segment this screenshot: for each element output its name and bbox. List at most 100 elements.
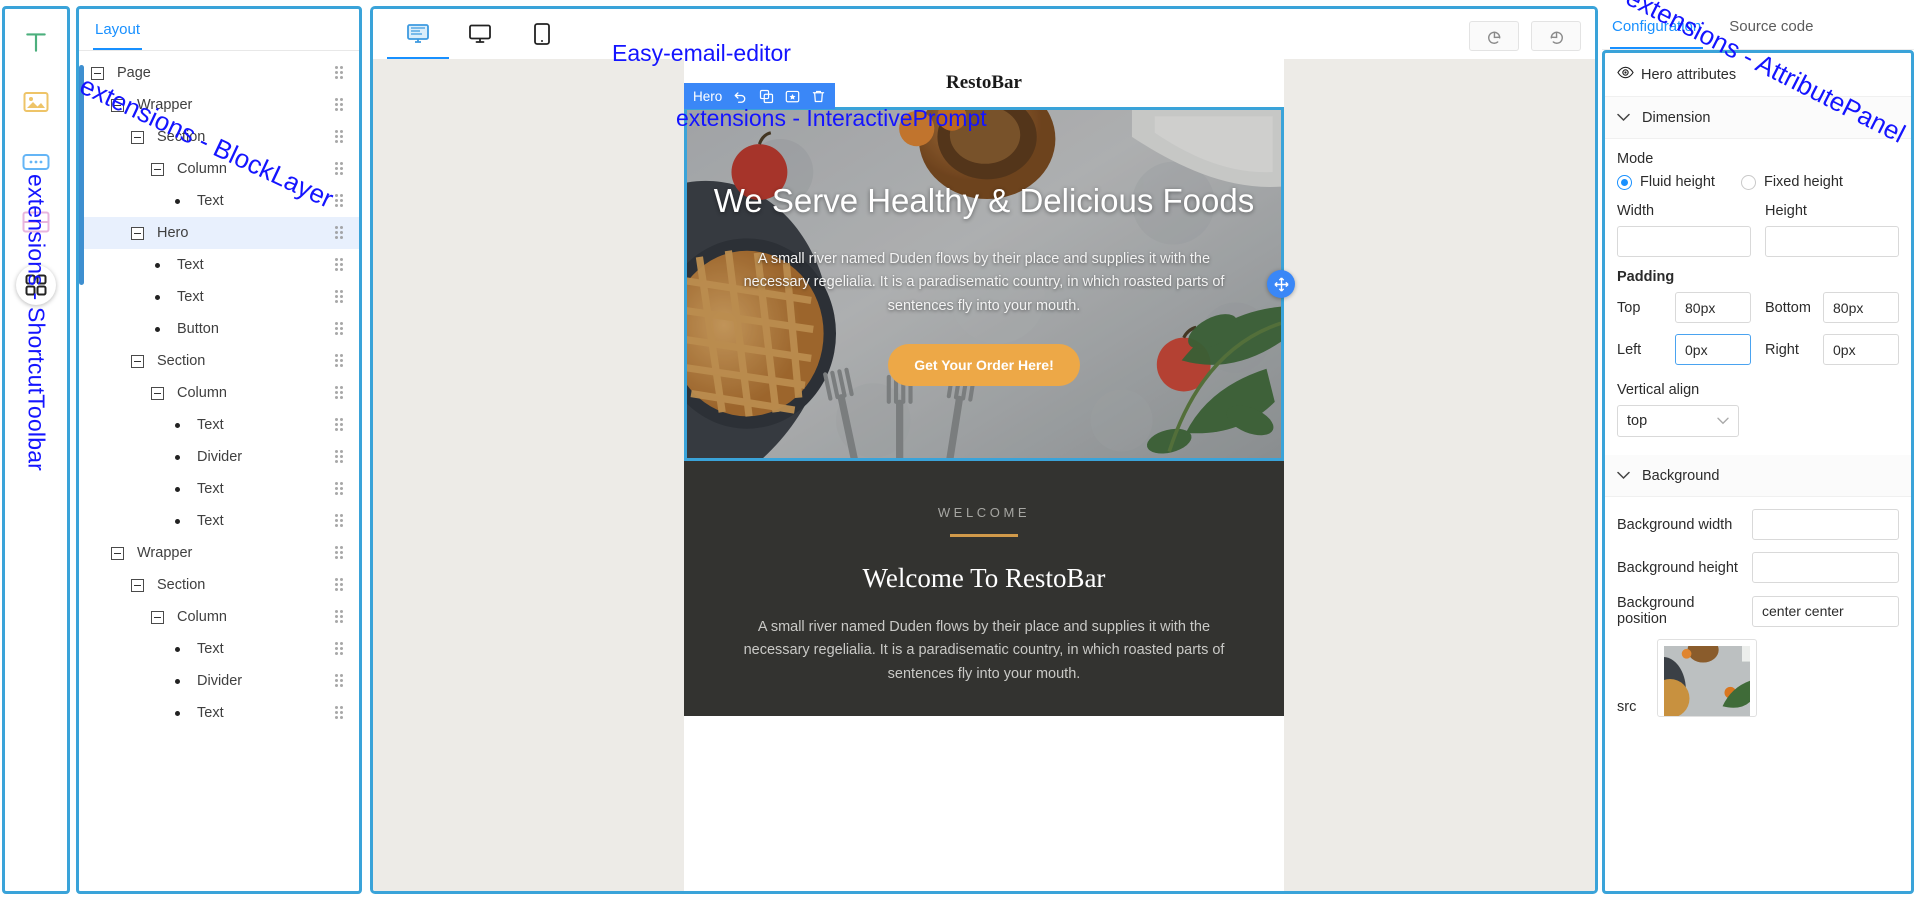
layer-drag-handle-icon[interactable] xyxy=(335,354,349,368)
hero-block[interactable]: We Serve Healthy & Delicious Foods A sma… xyxy=(687,110,1281,458)
desktop-preview-view-tab[interactable] xyxy=(449,11,511,59)
padding-top-input[interactable] xyxy=(1675,292,1751,323)
layer-tree-row[interactable]: Text xyxy=(79,473,359,505)
layer-drag-handle-icon[interactable] xyxy=(335,418,349,432)
background-position-input[interactable] xyxy=(1752,595,1899,627)
welcome-section[interactable]: WELCOME Welcome To RestoBar A small rive… xyxy=(684,461,1284,717)
background-width-input[interactable] xyxy=(1752,509,1899,540)
divider-tool-icon[interactable] xyxy=(19,205,53,239)
tree-collapse-icon[interactable] xyxy=(111,546,124,560)
padding-bottom-input[interactable] xyxy=(1823,292,1899,323)
copy-icon[interactable] xyxy=(759,89,774,104)
layer-drag-handle-icon[interactable] xyxy=(335,98,349,112)
welcome-paragraph[interactable]: A small river named Duden flows by their… xyxy=(734,616,1234,686)
layer-drag-handle-icon[interactable] xyxy=(335,226,349,240)
layer-tree-row[interactable]: Text xyxy=(79,633,359,665)
layer-tree-row[interactable]: Text xyxy=(79,281,359,313)
block-drag-handle[interactable] xyxy=(1267,270,1295,298)
layer-drag-handle-icon[interactable] xyxy=(335,514,349,528)
desktop-edit-view-tab[interactable] xyxy=(387,11,449,59)
layer-tree-row[interactable]: Column xyxy=(79,377,359,409)
layer-tree-row[interactable]: Text xyxy=(79,505,359,537)
tree-collapse-icon[interactable] xyxy=(91,66,104,80)
layer-tree-row[interactable]: Button xyxy=(79,313,359,345)
welcome-heading[interactable]: Welcome To RestoBar xyxy=(724,563,1244,594)
text-tool-icon[interactable] xyxy=(19,25,53,59)
layer-drag-handle-icon[interactable] xyxy=(335,162,349,176)
hero-heading[interactable]: We Serve Healthy & Delicious Foods xyxy=(709,182,1259,220)
layer-tree-row[interactable]: Text xyxy=(79,697,359,729)
layer-tree-row[interactable]: Divider xyxy=(79,441,359,473)
layer-drag-handle-icon[interactable] xyxy=(335,290,349,304)
hero-cta-button[interactable]: Get Your Order Here! xyxy=(888,344,1080,387)
layer-drag-handle-icon[interactable] xyxy=(335,258,349,272)
selected-block-outline[interactable]: Hero We Serve Healthy & Delicious Foods … xyxy=(684,83,1295,461)
tree-collapse-icon[interactable] xyxy=(131,578,144,592)
background-image-thumbnail[interactable] xyxy=(1657,639,1757,717)
layer-tree-row[interactable]: Section xyxy=(79,121,359,153)
layer-drag-handle-icon[interactable] xyxy=(335,482,349,496)
layer-tree-row[interactable]: Section xyxy=(79,569,359,601)
radio-fluid-height[interactable]: Fluid height xyxy=(1617,174,1715,190)
layer-tree-row[interactable]: Column xyxy=(79,153,359,185)
background-height-input[interactable] xyxy=(1752,552,1899,583)
tree-collapse-icon[interactable] xyxy=(131,226,144,240)
layer-drag-handle-icon[interactable] xyxy=(335,130,349,144)
delete-icon[interactable] xyxy=(811,89,826,104)
welcome-divider[interactable] xyxy=(950,534,1018,537)
tree-collapse-icon[interactable] xyxy=(151,610,164,624)
layer-drag-handle-icon[interactable] xyxy=(335,66,349,80)
tree-collapse-icon[interactable] xyxy=(151,162,164,176)
tab-layout[interactable]: Layout xyxy=(93,9,143,50)
tree-collapse-icon[interactable] xyxy=(111,98,124,112)
layer-tree-row[interactable]: Text xyxy=(79,185,359,217)
layer-drag-handle-icon[interactable] xyxy=(335,674,349,688)
email-canvas[interactable]: RestoBar Hero We Serve Healthy & Delicio… xyxy=(373,59,1595,891)
undo-button[interactable] xyxy=(1469,21,1519,51)
height-input[interactable] xyxy=(1765,226,1899,257)
padding-left-input[interactable] xyxy=(1675,334,1751,365)
layer-drag-handle-icon[interactable] xyxy=(335,546,349,560)
layer-tree[interactable]: Page Wrapper Section Column Text Hero Text Text… xyxy=(79,51,359,891)
button-tool-icon[interactable] xyxy=(19,145,53,179)
layer-tree-row-label: Wrapper xyxy=(137,545,193,561)
hero-paragraph[interactable]: A small river named Duden flows by their… xyxy=(724,248,1244,318)
tree-collapse-icon[interactable] xyxy=(151,386,164,400)
layer-tree-row[interactable]: Page xyxy=(79,57,359,89)
layer-tree-row[interactable]: Wrapper xyxy=(79,89,359,121)
layer-drag-handle-icon[interactable] xyxy=(335,322,349,336)
grid-tool-icon[interactable] xyxy=(16,265,56,305)
layer-tree-row[interactable]: Hero xyxy=(79,217,359,249)
layer-drag-handle-icon[interactable] xyxy=(335,578,349,592)
tree-collapse-icon[interactable] xyxy=(131,354,144,368)
layer-tree-row[interactable]: Text xyxy=(79,409,359,441)
layer-drag-handle-icon[interactable] xyxy=(335,706,349,720)
layer-drag-handle-icon[interactable] xyxy=(335,450,349,464)
image-tool-icon[interactable] xyxy=(19,85,53,119)
layer-tree-row[interactable]: Section xyxy=(79,345,359,377)
padding-right-input[interactable] xyxy=(1823,334,1899,365)
radio-fixed-height[interactable]: Fixed height xyxy=(1740,174,1843,190)
tab-configuration[interactable]: Configuration xyxy=(1610,2,1704,49)
layer-tree-row[interactable]: Column xyxy=(79,601,359,633)
add-to-favorites-icon[interactable] xyxy=(785,89,800,104)
layer-drag-handle-icon[interactable] xyxy=(335,642,349,656)
background-section-toggle[interactable]: Background xyxy=(1605,455,1911,497)
welcome-kicker[interactable]: WELCOME xyxy=(724,505,1244,520)
layer-tree-row[interactable]: Text xyxy=(79,249,359,281)
vertical-align-select[interactable]: top xyxy=(1617,405,1739,437)
layer-tree-row[interactable]: Divider xyxy=(79,665,359,697)
dimension-section-toggle[interactable]: Dimension xyxy=(1605,97,1911,139)
redo-button[interactable] xyxy=(1531,21,1581,51)
tree-collapse-icon[interactable] xyxy=(131,130,144,144)
tab-source-code[interactable]: Source code xyxy=(1727,2,1815,49)
width-input[interactable] xyxy=(1617,226,1751,257)
layer-drag-handle-icon[interactable] xyxy=(335,194,349,208)
layer-drag-handle-icon[interactable] xyxy=(335,386,349,400)
layer-tree-row[interactable]: Wrapper xyxy=(79,537,359,569)
mobile-preview-view-tab[interactable] xyxy=(511,11,573,59)
eye-icon[interactable] xyxy=(1617,66,1634,83)
layer-drag-handle-icon[interactable] xyxy=(335,610,349,624)
layer-tree-scrollbar[interactable] xyxy=(79,65,84,285)
undo-icon[interactable] xyxy=(733,89,748,104)
